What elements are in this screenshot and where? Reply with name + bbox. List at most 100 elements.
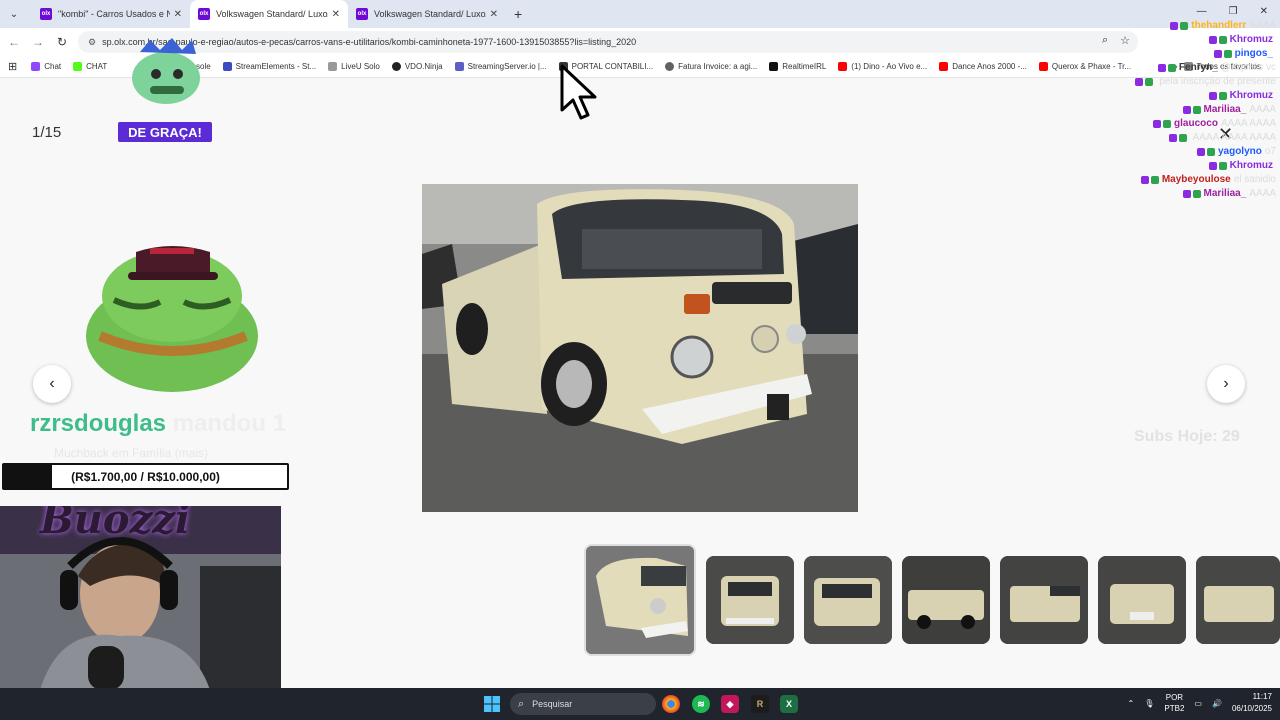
reload-icon[interactable]: ↻ xyxy=(50,35,74,49)
promo-label: DE GRAÇA! xyxy=(118,122,212,142)
bookmark-item[interactable]: CHAT xyxy=(73,62,107,71)
chat-text: @Xqcelis vc xyxy=(1220,62,1276,73)
promo-avatar: DE GRAÇA! xyxy=(118,36,212,144)
minimize-icon[interactable]: — xyxy=(1197,6,1207,17)
clock[interactable]: 11:17 06/10/2025 xyxy=(1232,691,1272,715)
tab-list-chevron-icon[interactable]: ⌄ xyxy=(4,4,24,24)
subs-today-counter: Subs Hoje: 29 xyxy=(1134,428,1240,445)
bookmark-item[interactable]: StreamElements - St... xyxy=(222,62,316,71)
back-arrow-icon[interactable]: ← xyxy=(2,35,26,49)
close-window-icon[interactable]: ✕ xyxy=(1260,6,1268,17)
thumbnail-3[interactable] xyxy=(804,556,892,644)
tab-volkswagen[interactable]: olx Volkswagen Standard/ Luxo/ Super ✕ xyxy=(348,0,506,28)
chat-message: Fenryn_ @Xqcelis vc xyxy=(1086,62,1276,74)
window-controls: — ❐ ✕ xyxy=(1197,6,1268,17)
chat-badge-icon xyxy=(1213,50,1222,58)
bookmark-favicon-icon xyxy=(391,62,401,71)
taskbar-search-box[interactable]: ⌕ Pesquisar xyxy=(510,693,656,715)
windows-start-icon[interactable] xyxy=(484,696,500,712)
close-tab-icon[interactable]: ✕ xyxy=(332,9,340,20)
thumbnail-2[interactable] xyxy=(706,556,794,644)
chat-message: pela inscrição de presente xyxy=(1086,76,1276,88)
chat-username: Fenryn_ xyxy=(1178,62,1218,73)
chat-text: pela inscrição de presente xyxy=(1159,76,1276,87)
chat-message: pingos_ xyxy=(1086,48,1276,60)
chat-badge-icon xyxy=(1218,162,1227,170)
main-photo[interactable] xyxy=(422,184,858,512)
restore-icon[interactable]: ❐ xyxy=(1229,6,1238,17)
donation-subtitle: Muchback em Família (mais) xyxy=(54,446,209,460)
chrome-icon[interactable] xyxy=(662,695,680,713)
chat-text: AAAA AAAA xyxy=(1220,118,1276,129)
forward-arrow-icon[interactable]: → xyxy=(26,35,50,49)
bookmark-item[interactable]: StreamingServer.io |... xyxy=(454,62,547,71)
app-icon[interactable]: ◆ xyxy=(721,695,739,713)
microphone-icon[interactable]: 🎙 xyxy=(1144,699,1154,708)
webcam-feed: Buozzi xyxy=(0,506,281,690)
chat-badge-icon xyxy=(1208,36,1217,44)
excel-icon[interactable]: X xyxy=(780,695,798,713)
chat-username: glaucoco xyxy=(1174,118,1218,129)
chat-badge-icon xyxy=(1223,50,1232,58)
chat-badge-icon xyxy=(1208,162,1217,170)
neon-sign-text: Buozzi xyxy=(40,506,191,543)
windows-taskbar: ⌕ Pesquisar ≋ ◆ R X ⌃ 🎙 POR PTB2 ▭ 🔊 11:… xyxy=(0,688,1280,720)
next-photo-button[interactable]: › xyxy=(1207,365,1245,403)
chat-badge-icon xyxy=(1150,176,1159,184)
show-hidden-icons-icon[interactable]: ⌃ xyxy=(1128,699,1135,708)
chat-badge-icon xyxy=(1206,148,1215,156)
thumbnail-6[interactable] xyxy=(1098,556,1186,644)
youtube-icon xyxy=(1038,62,1048,71)
tab-title: "kombi" - Carros Usados e Novos xyxy=(58,9,170,19)
chat-badge-icon xyxy=(1192,106,1201,114)
bookmark-item[interactable]: VDO.Ninja xyxy=(391,62,443,71)
chat-message: Khromuz xyxy=(1086,160,1276,172)
kombi-photo-image xyxy=(422,184,858,512)
bookmark-item[interactable]: Chat xyxy=(31,62,61,71)
previous-photo-button[interactable]: ‹ xyxy=(33,365,71,403)
volume-icon[interactable]: 🔊 xyxy=(1212,699,1222,708)
thumbnail-4[interactable] xyxy=(902,556,990,644)
site-info-icon[interactable]: ⚙ xyxy=(88,37,96,48)
thumbnail-7[interactable] xyxy=(1196,556,1280,644)
chat-message: Mariliaa_ AAAA xyxy=(1086,188,1276,200)
bookmark-favicon-icon xyxy=(328,62,338,71)
chat-badge-icon xyxy=(1192,190,1201,198)
tab-volkswagen-active[interactable]: olx Volkswagen Standard/ Luxo/ Super ✕ xyxy=(190,0,348,28)
chat-badge-icon xyxy=(1182,106,1191,114)
thumbnail-image xyxy=(1196,556,1280,644)
riot-client-icon[interactable]: R xyxy=(751,695,769,713)
thumbnail-5[interactable] xyxy=(1000,556,1088,644)
bookmark-item[interactable]: LiveU Solo xyxy=(328,62,380,71)
spotify-icon[interactable]: ≋ xyxy=(692,695,710,713)
bookmark-favicon-icon xyxy=(31,62,41,71)
photo-counter: 1/15 xyxy=(32,124,62,141)
donation-goal-bar: (R$1.700,00 / R$10.000,00) xyxy=(2,463,289,490)
olx-favicon-icon: olx xyxy=(40,8,52,20)
bookmark-favicon-icon xyxy=(73,62,83,71)
chat-badge-icon xyxy=(1182,190,1191,198)
chat-badge-icon xyxy=(1153,120,1162,128)
chat-badge-icon xyxy=(1167,64,1176,72)
chat-username: Khromuz xyxy=(1229,34,1273,45)
bookmark-item[interactable]: (1) Dino - Ao Vivo e... xyxy=(838,62,927,71)
bookmark-favicon-icon xyxy=(222,62,232,71)
thumbnail-1[interactable] xyxy=(584,544,696,656)
tab-kombi-search[interactable]: olx "kombi" - Carros Usados e Novos ✕ xyxy=(32,0,190,28)
language-indicator[interactable]: POR PTB2 xyxy=(1164,692,1184,714)
bookmark-item[interactable]: Fatura Invoice: a agi... xyxy=(665,62,757,71)
close-tab-icon[interactable]: ✕ xyxy=(174,9,182,20)
donation-username: rzrsdouglas xyxy=(30,410,167,437)
address-bar[interactable]: ⚙ sp.olx.com.br/sao-paulo-e-regiao/autos… xyxy=(78,31,1138,53)
chat-text: AAAA xyxy=(1249,20,1276,31)
bookmark-item[interactable]: Dance Anos 2000 -... xyxy=(939,62,1027,71)
bookmark-item[interactable]: RealtimeIRL xyxy=(769,62,826,71)
close-tab-icon[interactable]: ✕ xyxy=(490,9,498,20)
olx-favicon-icon: olx xyxy=(198,8,210,20)
network-icon[interactable]: ▭ xyxy=(1194,699,1202,708)
new-tab-button[interactable]: + xyxy=(514,6,522,22)
chat-badge-icon xyxy=(1208,92,1217,100)
youtube-icon xyxy=(939,62,949,71)
apps-grid-icon[interactable]: ⊞ xyxy=(8,60,17,73)
donation-message: mandou 1 xyxy=(166,410,287,437)
